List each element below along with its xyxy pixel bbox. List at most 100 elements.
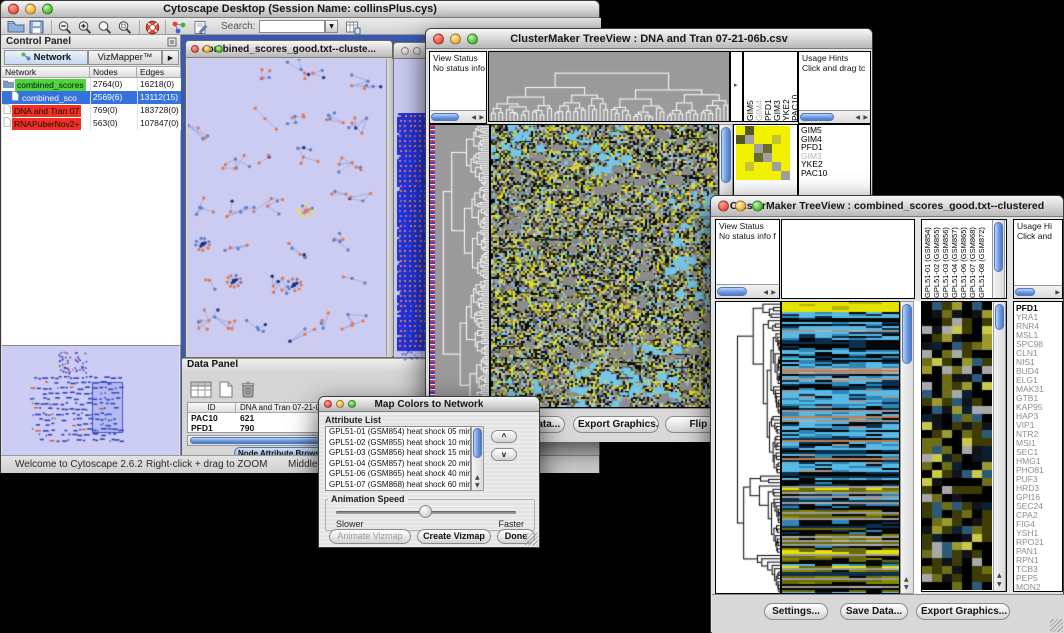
network-overview[interactable]	[2, 345, 181, 455]
minimize-button[interactable]	[735, 201, 746, 212]
matrix-cell[interactable]	[781, 162, 790, 171]
settings-button[interactable]: Settings...	[764, 603, 828, 620]
scroll-right-icon[interactable]: ▶	[771, 289, 776, 296]
matrix-cell[interactable]	[781, 171, 790, 180]
zoom-out-icon[interactable]	[57, 20, 77, 36]
attribute-item[interactable]: GPL51-04 (GSM857) heat shock 20 min	[326, 459, 470, 470]
scroll-thumb[interactable]	[717, 287, 747, 296]
search-dropdown-button[interactable]: ▼	[325, 20, 338, 33]
minimize-button[interactable]	[450, 33, 461, 44]
network-canvas[interactable]	[188, 59, 386, 356]
tab-network[interactable]: Network	[4, 50, 88, 65]
matrix-cell[interactable]	[763, 162, 772, 171]
scroll-thumb[interactable]	[902, 304, 912, 364]
matrix-cell[interactable]	[781, 144, 790, 153]
network-row[interactable]: RNAPuberNov2+563(0)107847(0)	[2, 117, 181, 130]
tab-vizmapper[interactable]: VizMapper™	[88, 50, 162, 65]
network-overview-canvas[interactable]	[2, 346, 179, 455]
attribute-item[interactable]: GPL51-07 (GSM868) heat shock 60 min	[326, 480, 470, 491]
network-tree-area[interactable]	[2, 130, 181, 345]
matrix-cell[interactable]	[772, 144, 781, 153]
new-attribute-icon[interactable]	[218, 381, 234, 403]
matrix-cell[interactable]	[754, 144, 763, 153]
matrix-cell[interactable]	[754, 126, 763, 135]
export-graphics-button[interactable]: Export Graphics...	[573, 416, 659, 433]
scroll-right-icon[interactable]: ▶	[479, 114, 484, 121]
matrix-cell[interactable]	[772, 153, 781, 162]
view-status-scrollbar[interactable]: ◀ ▶	[430, 110, 486, 123]
heatmap-panel[interactable]	[781, 301, 900, 594]
matrix-cell[interactable]	[736, 171, 745, 180]
gene-list[interactable]: PFD1YRA1RNR4MSL1SPC98CLN1NIS1BUD4ELG1MAK…	[1013, 301, 1063, 592]
matrix-cell[interactable]	[763, 144, 772, 153]
divider-arrow-icon[interactable]: ▸	[734, 82, 738, 89]
open-session-icon[interactable]	[7, 20, 27, 36]
matrix-cell[interactable]	[763, 153, 772, 162]
zoom-in-icon[interactable]	[77, 20, 97, 36]
network-col-header[interactable]: Network	[2, 66, 90, 78]
attribute-list[interactable]: GPL51-01 (GSM854) heat shock 05 min GPL51…	[325, 426, 471, 491]
matrix-cell[interactable]	[763, 126, 772, 135]
float-panel-icon[interactable]	[167, 37, 177, 50]
heatmap-vscrollbar[interactable]: ▲ ▼	[900, 301, 914, 594]
scroll-thumb[interactable]	[431, 113, 459, 121]
minimize-button[interactable]	[336, 400, 344, 408]
zoom-heatmap-canvas[interactable]	[922, 302, 992, 590]
scroll-right-icon[interactable]: ▶	[863, 114, 868, 121]
vizmapper-icon[interactable]	[171, 20, 191, 36]
scroll-thumb[interactable]	[473, 428, 482, 458]
matrix-cell[interactable]	[736, 144, 745, 153]
matrix-cell[interactable]	[745, 171, 754, 180]
matrix-cell[interactable]	[781, 153, 790, 162]
close-button[interactable]	[433, 33, 444, 44]
close-button[interactable]	[8, 4, 19, 15]
resize-grip[interactable]	[1050, 619, 1063, 632]
matrix-cell[interactable]	[763, 171, 772, 180]
scroll-down-icon[interactable]: ▼	[475, 482, 480, 489]
scroll-thumb[interactable]	[995, 304, 1004, 330]
row-dendrogram-canvas[interactable]	[430, 125, 489, 407]
matrix-cell[interactable]	[772, 162, 781, 171]
edges-col-header[interactable]: Edges	[137, 66, 181, 78]
dendrogram-divider[interactable]: ▸	[730, 51, 743, 122]
column-dendrogram-panel[interactable]	[488, 51, 730, 122]
matrix-cell[interactable]	[754, 153, 763, 162]
scroll-down-icon[interactable]: ▼	[997, 581, 1002, 588]
network-window-titlebar[interactable]: combined_scores_good.txt--cluste...	[186, 41, 392, 58]
scroll-thumb[interactable]	[721, 127, 731, 183]
search-input[interactable]	[259, 20, 325, 33]
scroll-left-icon[interactable]: ◀	[471, 114, 476, 121]
move-up-button[interactable]: ^	[491, 430, 517, 443]
usage-hints-scrollbar[interactable]: ◀ ▶	[799, 110, 870, 123]
slider-thumb[interactable]	[419, 505, 432, 518]
treeview1-titlebar[interactable]: ClusterMaker TreeView : DNA and Tran 07-…	[426, 29, 872, 49]
network-row[interactable]: combined_scores2764(0)16218(0)	[2, 78, 181, 91]
view-status-scrollbar[interactable]: ◀ ▶	[716, 284, 779, 298]
scroll-down-icon[interactable]: ▼	[904, 584, 909, 591]
save-session-icon[interactable]	[29, 20, 49, 36]
zoom-selected-icon[interactable]	[117, 20, 137, 36]
network-row[interactable]: DNA and Tran 07769(0)183728(0)	[2, 104, 181, 117]
matrix-cell[interactable]	[754, 135, 763, 144]
close-button[interactable]	[191, 45, 199, 53]
zoom-heatmap-vscrollbar[interactable]: ▲ ▼	[993, 302, 1006, 591]
table-grid-icon[interactable]	[190, 381, 212, 403]
matrix-cell[interactable]	[745, 153, 754, 162]
heatmap-canvas[interactable]	[782, 302, 899, 593]
matrix-cell[interactable]	[781, 135, 790, 144]
matrix-cell[interactable]	[745, 144, 754, 153]
heatmap-canvas[interactable]	[491, 125, 718, 407]
matrix-cell[interactable]	[754, 171, 763, 180]
zoom-labels-vscrollbar[interactable]	[992, 220, 1005, 298]
attribute-item[interactable]: GPL51-01 (GSM854) heat shock 05 min	[326, 427, 470, 438]
zoom-button[interactable]	[215, 45, 223, 53]
minimize-button[interactable]	[203, 45, 211, 53]
row-dendrogram-panel[interactable]	[429, 124, 490, 408]
matrix-cell[interactable]	[772, 135, 781, 144]
attribute-list-scrollbar[interactable]: ▲ ▼	[471, 426, 484, 491]
matrix-cell[interactable]	[736, 135, 745, 144]
scroll-thumb[interactable]	[800, 113, 834, 121]
scroll-left-icon[interactable]: ◀	[763, 289, 768, 296]
scroll-thumb[interactable]	[1015, 288, 1035, 296]
help-ring-icon[interactable]	[145, 20, 165, 36]
